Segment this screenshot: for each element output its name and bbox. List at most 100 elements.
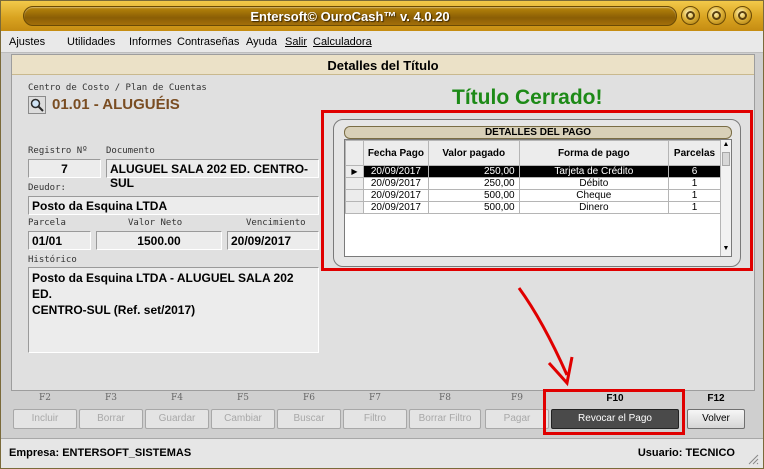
- title-pill: Entersoft© OuroCash™ v. 4.0.20: [23, 6, 677, 26]
- account-value: 01.01 - ALUGUÉIS: [52, 96, 180, 113]
- maximize-icon[interactable]: [707, 6, 726, 25]
- title-bar[interactable]: Entersoft© OuroCash™ v. 4.0.20: [1, 1, 763, 31]
- closed-title: Título Cerrado!: [452, 86, 603, 109]
- table-row[interactable]: ▶ 20/09/2017 250,00 Tarjeta de Crédito 6: [345, 165, 721, 178]
- table-row[interactable]: 20/09/2017 500,00 Dinero 1: [345, 201, 721, 214]
- menu-salir[interactable]: Salir: [285, 36, 307, 48]
- cambiar-button[interactable]: Cambiar: [211, 409, 275, 429]
- registro-label: Registro Nº: [28, 146, 88, 156]
- fkey-f4: F4 Guardar: [145, 393, 209, 429]
- registro-field[interactable]: 7: [28, 159, 101, 178]
- menu-bar: Ajustes Utilidades Informes Contraseñas …: [1, 31, 763, 53]
- details-panel: Detalles del Título Centro de Costo / Pl…: [11, 54, 755, 391]
- fkey-label: F12: [707, 393, 725, 404]
- cell-parcelas: 1: [668, 177, 721, 190]
- cell-fecha: 20/09/2017: [362, 189, 429, 202]
- grid-scrollbar[interactable]: ▲ ▼: [720, 140, 731, 256]
- vencimiento-field[interactable]: 20/09/2017: [227, 231, 319, 250]
- cell-forma: Cheque: [518, 189, 670, 202]
- menu-informes[interactable]: Informes: [129, 36, 172, 48]
- parcela-label: Parcela: [28, 218, 66, 228]
- menu-utilidades[interactable]: Utilidades: [67, 36, 115, 48]
- status-empresa: Empresa: ENTERSOFT_SISTEMAS: [9, 447, 192, 459]
- fkey-label: F3: [105, 393, 117, 403]
- payment-table: Fecha Pago Valor pagado Forma de pago Pa…: [345, 140, 721, 214]
- col-forma-pago[interactable]: Forma de pago: [518, 140, 670, 166]
- table-row[interactable]: 20/09/2017 500,00 Cheque 1: [345, 189, 721, 202]
- payment-details-group: DETALLES DEL PAGO Fecha Pago Valor pagad…: [333, 119, 741, 267]
- cell-forma: Dinero: [518, 201, 670, 214]
- cell-fecha: 20/09/2017: [362, 201, 429, 214]
- fkey-label: F9: [511, 393, 523, 403]
- borrar-button[interactable]: Borrar: [79, 409, 143, 429]
- scroll-down-icon[interactable]: ▼: [722, 245, 730, 255]
- pagar-button[interactable]: Pagar: [485, 409, 549, 429]
- account-label: Centro de Costo / Plan de Cuentas: [28, 83, 207, 93]
- cell-parcelas: 1: [668, 189, 721, 202]
- table-header-row: Fecha Pago Valor pagado Forma de pago Pa…: [345, 140, 721, 166]
- volver-button[interactable]: Volver: [687, 409, 745, 429]
- table-row[interactable]: 20/09/2017 250,00 Débito 1: [345, 177, 721, 190]
- app-window: Entersoft© OuroCash™ v. 4.0.20 Ajustes U…: [0, 0, 764, 469]
- menu-ajustes[interactable]: Ajustes: [9, 36, 45, 48]
- cell-parcelas: 1: [668, 201, 721, 214]
- guardar-button[interactable]: Guardar: [145, 409, 209, 429]
- historico-line-1: Posto da Esquina LTDA - ALUGUEL SALA 202…: [32, 271, 294, 301]
- fkey-f3: F3 Borrar: [79, 393, 143, 429]
- resize-grip-icon[interactable]: [747, 453, 759, 465]
- col-parcelas[interactable]: Parcelas: [668, 140, 721, 166]
- row-pointer-icon: ▶: [345, 165, 364, 178]
- fkey-f12: F12 Volver: [687, 393, 745, 429]
- filtro-button[interactable]: Filtro: [343, 409, 407, 429]
- menu-contrasenas[interactable]: Contraseñas: [177, 36, 239, 48]
- fkey-label: F7: [369, 393, 381, 403]
- menu-calculadora[interactable]: Calculadora: [313, 36, 372, 48]
- historico-line-2: CENTRO-SUL (Ref. set/2017): [32, 303, 196, 317]
- borrar-filtro-button[interactable]: Borrar Filtro: [409, 409, 481, 429]
- minimize-icon[interactable]: [681, 6, 700, 25]
- row-indicator: [345, 189, 364, 202]
- row-indicator: [345, 177, 364, 190]
- fkey-label: F6: [303, 393, 315, 403]
- payment-details-title: DETALLES DEL PAGO: [344, 126, 732, 139]
- scroll-thumb[interactable]: [722, 152, 730, 166]
- col-fecha-pago[interactable]: Fecha Pago: [362, 140, 429, 166]
- documento-label: Documento: [106, 146, 155, 156]
- scroll-up-icon[interactable]: ▲: [722, 141, 730, 151]
- cell-parcelas: 6: [668, 165, 721, 178]
- fkey-label: F5: [237, 393, 249, 403]
- historico-label: Histórico: [28, 255, 77, 265]
- window-title: Entersoft© OuroCash™ v. 4.0.20: [250, 9, 450, 24]
- payment-grid[interactable]: Fecha Pago Valor pagado Forma de pago Pa…: [344, 139, 732, 257]
- search-icon[interactable]: [28, 96, 46, 114]
- row-indicator-header: [345, 140, 364, 166]
- cell-fecha: 20/09/2017: [362, 165, 429, 178]
- button-highlight-box: [543, 389, 685, 435]
- cell-forma: Débito: [518, 177, 670, 190]
- deudor-field[interactable]: Posto da Esquina LTDA: [28, 196, 319, 215]
- fkey-f6: F6 Buscar: [277, 393, 341, 429]
- incluir-button[interactable]: Incluir: [13, 409, 77, 429]
- fkey-f8: F8 Borrar Filtro: [409, 393, 481, 429]
- valor-neto-field[interactable]: 1500.00: [96, 231, 222, 250]
- fkey-label: F2: [39, 393, 51, 403]
- fkey-f5: F5 Cambiar: [211, 393, 275, 429]
- historico-field[interactable]: Posto da Esquina LTDA - ALUGUEL SALA 202…: [28, 267, 319, 353]
- cell-forma: Tarjeta de Crédito: [518, 165, 670, 178]
- menu-ayuda[interactable]: Ayuda: [246, 36, 277, 48]
- row-indicator: [345, 201, 364, 214]
- fkey-f9: F9 Pagar: [485, 393, 549, 429]
- header-band: Detalles del Título: [12, 55, 754, 75]
- fkey-label: F4: [171, 393, 183, 403]
- valor-neto-label: Valor Neto: [128, 218, 183, 228]
- documento-field[interactable]: ALUGUEL SALA 202 ED. CENTRO-SUL: [106, 159, 319, 190]
- close-icon[interactable]: [733, 6, 752, 25]
- cell-valor: 250,00: [427, 177, 520, 190]
- col-valor-pagado[interactable]: Valor pagado: [427, 140, 520, 166]
- vencimiento-label: Vencimiento: [246, 218, 306, 228]
- parcela-field[interactable]: 01/01: [28, 231, 91, 250]
- cell-valor: 500,00: [427, 189, 520, 202]
- buscar-button[interactable]: Buscar: [277, 409, 341, 429]
- deudor-label: Deudor:: [28, 183, 66, 193]
- status-bar: Empresa: ENTERSOFT_SISTEMAS Usuario: TEC…: [1, 438, 763, 468]
